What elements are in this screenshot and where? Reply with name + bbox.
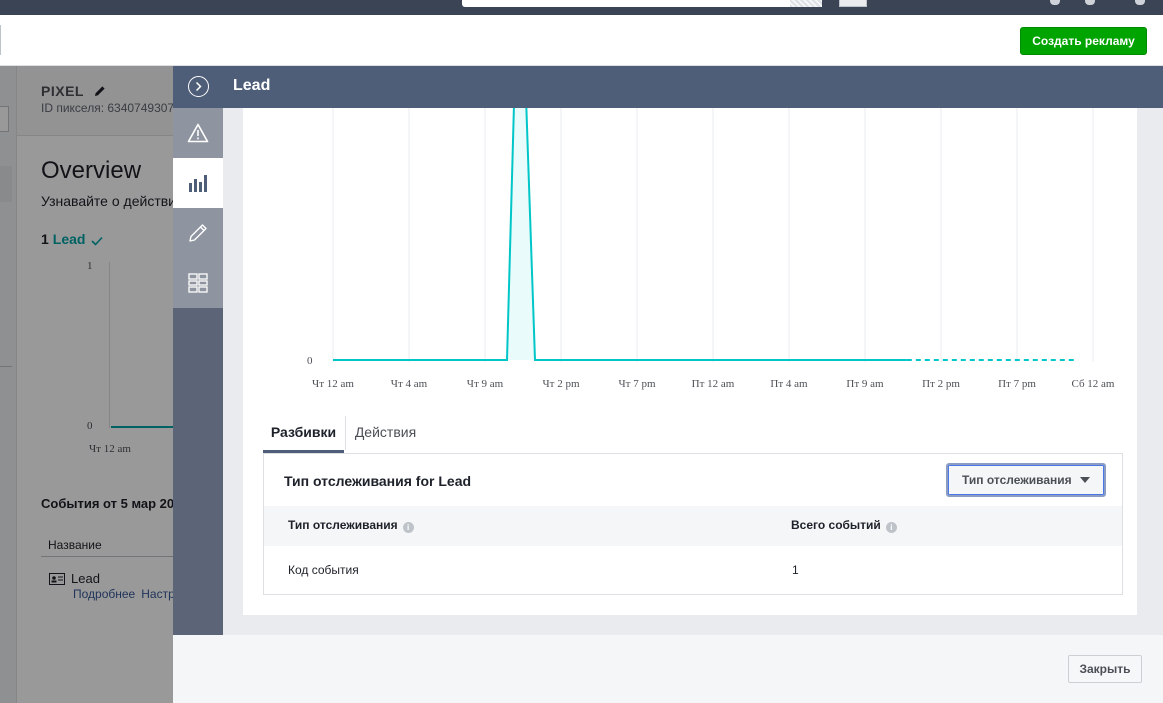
chart-x-tick-label: Пт 2 pm	[922, 378, 960, 390]
rail-overview[interactable]	[173, 158, 223, 208]
chart-x-tick-label: Сб 12 am	[1071, 378, 1114, 390]
create-ad-button[interactable]: Создать рекламу	[1020, 27, 1147, 55]
rail-diagnostics[interactable]	[173, 108, 223, 158]
close-button[interactable]: Закрыть	[1068, 655, 1142, 683]
dialog-side-rail	[173, 108, 223, 635]
table-cell-type: Код события	[288, 563, 359, 577]
chart-x-tick-label: Чт 12 am	[312, 378, 354, 390]
chart-x-tick-label: Чт 7 pm	[618, 378, 655, 390]
help-icon[interactable]	[1135, 0, 1145, 5]
top-bar-box[interactable]	[839, 0, 867, 7]
dialog-header: Lead	[173, 66, 1163, 108]
chart-x-tick-label: Чт 9 am	[467, 378, 504, 390]
search-input[interactable]	[462, 0, 822, 7]
chevron-right-icon	[195, 81, 202, 92]
settings-icon[interactable]	[1085, 0, 1095, 5]
lead-dialog: Lead 0 Чт 12 am Чт 4 am Чт 9 am Чт 2 pm Чт 7…	[173, 66, 1163, 703]
chart-x-tick-label: Пт 7 pm	[998, 378, 1036, 390]
info-icon[interactable]: i	[885, 522, 897, 533]
column-total-label: Всего событий	[791, 518, 881, 532]
rail-edit[interactable]	[173, 208, 223, 258]
chart-x-tick-labels: Чт 12 am Чт 4 am Чт 9 am Чт 2 pm Чт 7 pm Пт 1…	[312, 378, 1115, 390]
chart-x-tick-label: Пт 9 am	[846, 378, 884, 390]
caret-down-icon	[1079, 477, 1090, 483]
pencil-icon	[189, 224, 207, 242]
dialog-title: Lead	[233, 77, 271, 94]
column-type-label: Тип отслеживания	[288, 518, 398, 532]
search-hatch	[790, 0, 822, 7]
bar-chart-icon	[189, 175, 207, 192]
collapse-button[interactable]	[188, 76, 209, 97]
dialog-footer: Закрыть	[173, 635, 1163, 703]
chart-x-tick-label: Пт 12 am	[692, 378, 735, 390]
chart-grid	[332, 108, 1094, 362]
grid-icon	[188, 273, 208, 293]
tab-actions[interactable]: Действия	[345, 416, 425, 450]
column-header-total: Всего событий i	[791, 518, 897, 533]
chart-y-tick-label: 0	[307, 355, 313, 367]
dropdown-label: Тип отслеживания	[962, 473, 1072, 487]
tracking-type-dropdown[interactable]: Тип отслеживания	[946, 463, 1106, 497]
events-chart: 0 Чт 12 am Чт 4 am Чт 9 am Чт 2 pm Чт 7 pm Пт…	[307, 108, 1115, 390]
dialog-card: 0 Чт 12 am Чт 4 am Чт 9 am Чт 2 pm Чт 7 pm Пт…	[243, 108, 1137, 615]
warning-icon	[187, 123, 209, 143]
column-header-type: Тип отслеживания i	[288, 518, 414, 533]
table-cell-total: 1	[792, 563, 799, 577]
header-divider	[0, 25, 1, 55]
top-bar	[0, 0, 1163, 15]
table-header: Тип отслеживания i Всего событий i	[264, 506, 1122, 546]
chart-x-tick-label: Чт 4 am	[391, 378, 428, 390]
chart-series-line	[333, 108, 907, 361]
breakdown-panel: Тип отслеживания for Lead Тип отслеживан…	[263, 453, 1123, 595]
dialog-body: 0 Чт 12 am Чт 4 am Чт 9 am Чт 2 pm Чт 7 pm Пт…	[223, 108, 1163, 635]
rail-settings[interactable]	[173, 258, 223, 308]
chart-y-tick-labels: 0	[307, 355, 313, 367]
panel-title: Тип отслеживания for Lead	[284, 473, 472, 489]
tab-breakdowns[interactable]: Разбивки	[263, 412, 344, 454]
notifications-icon[interactable]	[1050, 0, 1060, 5]
dialog-tabs: Разбивки Действия	[263, 412, 1137, 454]
info-icon[interactable]: i	[402, 522, 414, 533]
chart-x-tick-label: Пт 4 am	[770, 378, 808, 390]
chart-x-tick-label: Чт 2 pm	[542, 378, 579, 390]
page-header: Создать рекламу	[0, 15, 1163, 66]
